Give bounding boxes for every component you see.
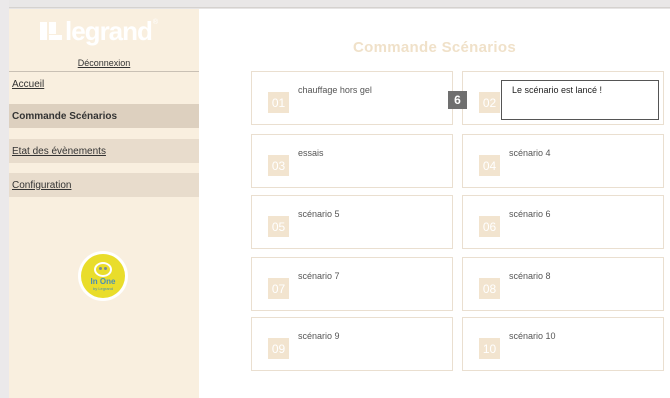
nav-item-commande-scenarios[interactable]: Commande Scénarios xyxy=(9,104,199,128)
scenario-number: 09 xyxy=(268,338,289,359)
scenario-number: 04 xyxy=(479,155,500,176)
nav-item-etat-evenements[interactable]: Etat des évènements xyxy=(9,139,199,163)
scenario-label: scénario 8 xyxy=(509,271,551,281)
step-badge: 6 xyxy=(448,91,467,109)
in-one-logo: In One by Legrand xyxy=(78,251,128,301)
scenario-label: scénario 9 xyxy=(298,331,340,341)
scenario-tile-01[interactable]: 01 chauffage hors gel xyxy=(251,71,453,125)
scenario-number: 08 xyxy=(479,278,500,299)
scenario-label: scénario 10 xyxy=(509,331,556,341)
registered-mark: ® xyxy=(152,19,158,26)
legrand-logo: legrand ® xyxy=(40,15,158,47)
logout-link[interactable]: Déconnexion xyxy=(9,58,199,68)
scenario-tile-03[interactable]: 03 essais xyxy=(251,134,453,188)
scenario-number: 03 xyxy=(268,155,289,176)
scenario-label: chauffage hors gel xyxy=(298,85,372,95)
logo-text: legrand xyxy=(65,15,153,46)
nav-item-configuration[interactable]: Configuration xyxy=(9,173,199,197)
legrand-logo-icon xyxy=(40,20,62,42)
scenario-tile-05[interactable]: 05 scénario 5 xyxy=(251,195,453,249)
scenario-number: 01 xyxy=(268,92,289,113)
scenario-tile-08[interactable]: 08 scénario 8 xyxy=(462,257,664,311)
scenario-number: 10 xyxy=(479,338,500,359)
page-title: Commande Scénarios xyxy=(353,39,516,56)
scenario-tile-09[interactable]: 09 scénario 9 xyxy=(251,317,453,371)
scenario-number: 06 xyxy=(479,216,500,237)
scenario-label: essais xyxy=(298,148,324,158)
scenario-number: 05 xyxy=(268,216,289,237)
nav-item-accueil[interactable]: Accueil xyxy=(9,72,199,96)
scenario-tile-10[interactable]: 10 scénario 10 xyxy=(462,317,664,371)
in-one-title: In One xyxy=(90,276,116,286)
scenario-tile-04[interactable]: 04 scénario 4 xyxy=(462,134,664,188)
scenario-number: 02 xyxy=(479,92,500,113)
sidebar: legrand ® Déconnexion Accueil Commande S… xyxy=(9,9,199,398)
scenario-label: scénario 4 xyxy=(509,148,551,158)
in-one-subtitle: by Legrand xyxy=(92,285,113,291)
scenario-label: scénario 7 xyxy=(298,271,340,281)
window-top-edge xyxy=(9,0,670,8)
window-left-edge xyxy=(0,0,9,398)
smiley-icon xyxy=(94,261,112,277)
scenario-number: 07 xyxy=(268,278,289,299)
scenario-launched-toast: Le scénario est lancé ! xyxy=(501,80,659,120)
main-panel: Commande Scénarios 01 chauffage hors gel… xyxy=(199,9,670,398)
scenario-label: scénario 5 xyxy=(298,209,340,219)
scenario-tile-06[interactable]: 06 scénario 6 xyxy=(462,195,664,249)
scenario-tile-07[interactable]: 07 scénario 7 xyxy=(251,257,453,311)
scenario-label: scénario 6 xyxy=(509,209,551,219)
